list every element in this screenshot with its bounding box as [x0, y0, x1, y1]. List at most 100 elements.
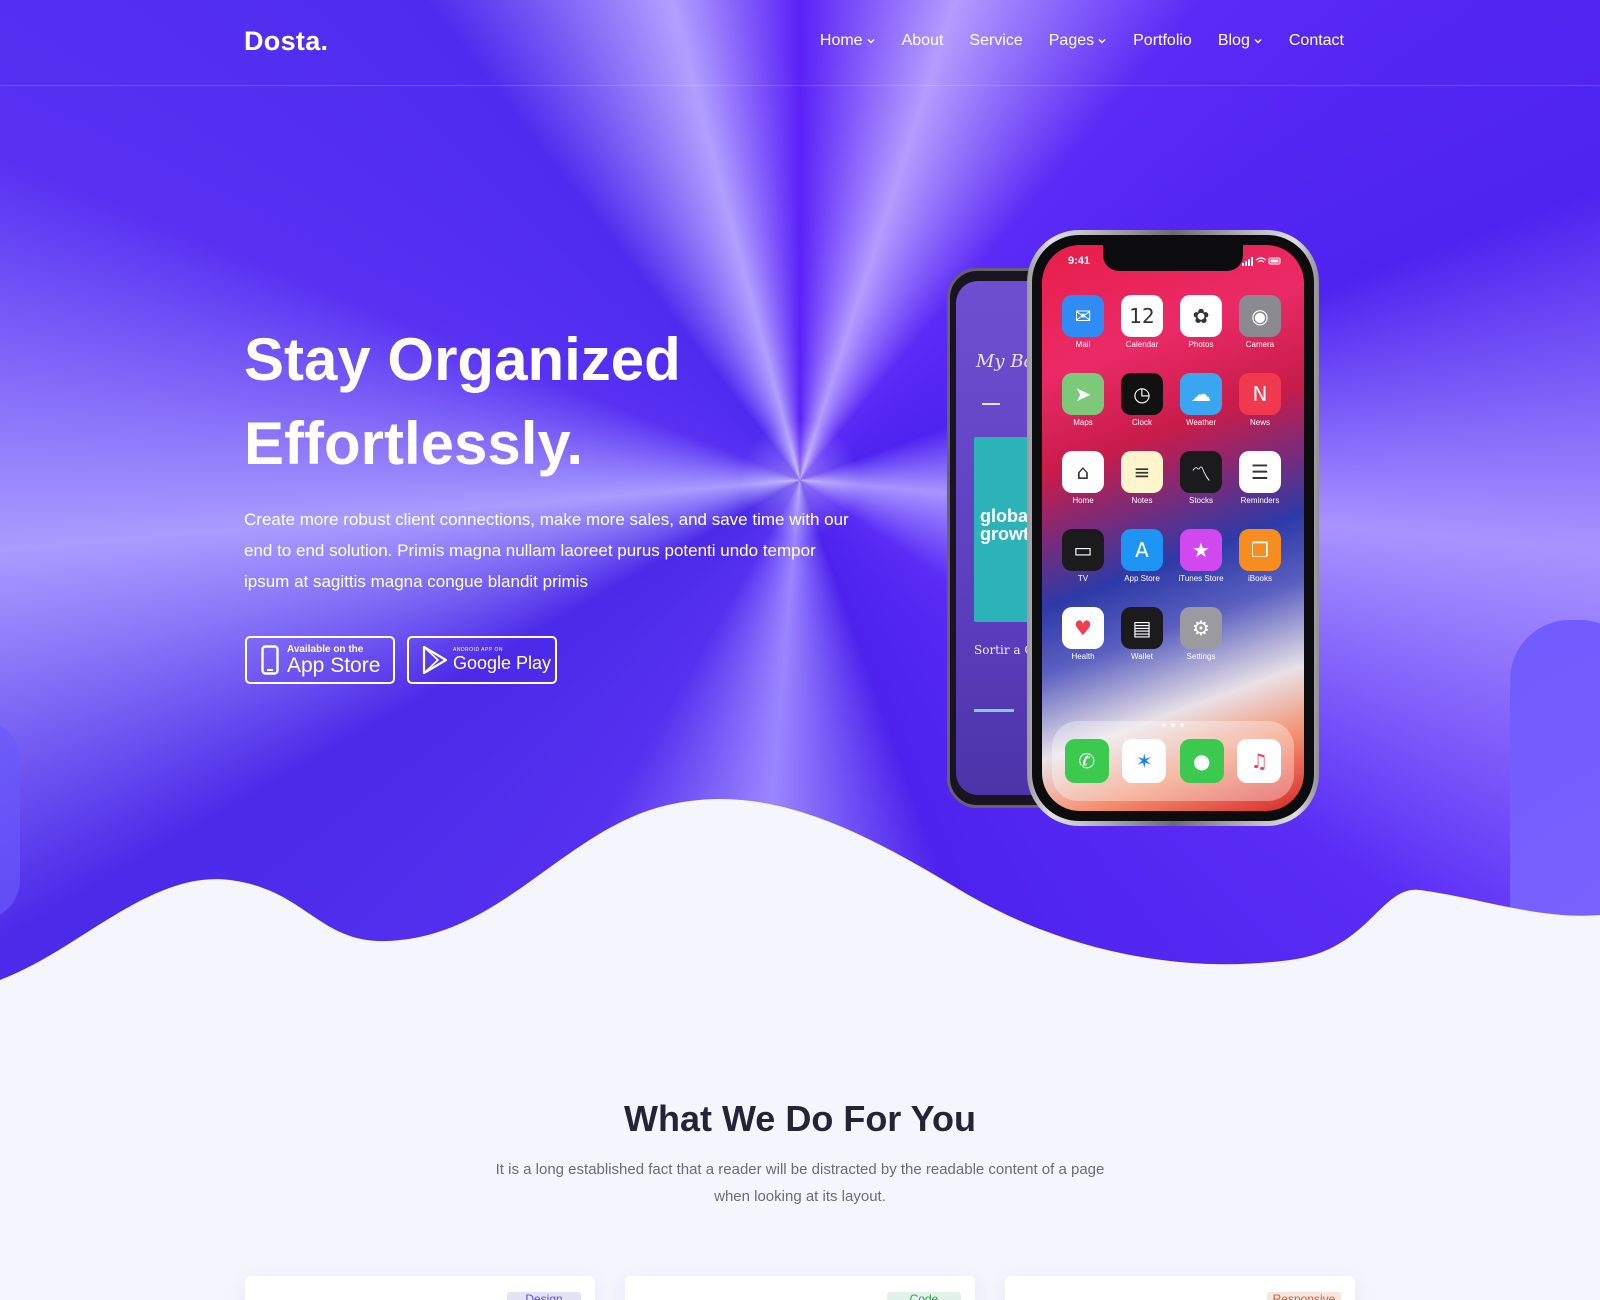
- nav-item-label: Portfolio: [1133, 32, 1192, 49]
- card-tag: Responsive: [1267, 1292, 1341, 1300]
- app-label: Photos: [1188, 340, 1214, 349]
- app-label: Notes: [1131, 496, 1153, 505]
- app-ibooks: ❒ iBooks: [1239, 529, 1281, 583]
- home-icon: ⌂: [1062, 451, 1104, 493]
- music-icon: ♫: [1237, 739, 1282, 783]
- wallet-icon: ▤: [1121, 607, 1163, 649]
- app-tv: ▭ TV: [1062, 529, 1104, 583]
- nav-item-label: Pages: [1048, 32, 1095, 49]
- status-signal-wifi-battery-icon: [1242, 257, 1281, 266]
- card-tag: Design: [507, 1292, 581, 1300]
- app-store-small-label: Available on the: [287, 643, 364, 655]
- hero-title-line-1: Stay Organized: [244, 326, 681, 393]
- navbar: Dosta. Home About Service Pages Portfoli…: [0, 0, 1600, 86]
- nav-item-label: Home: [819, 32, 863, 49]
- phone-dock: ✆ ✶ ● ♫: [1052, 721, 1294, 801]
- nav-item-blog[interactable]: Blog: [1218, 32, 1263, 50]
- nav-item-label: Blog: [1217, 32, 1250, 49]
- app-mail: ✉ Mail: [1062, 295, 1104, 349]
- app-label: Weather: [1185, 418, 1217, 427]
- phone-bezel: 9:41 ✉ Mail 12 Calendar ✿ Photos ◉ Camera ➤ Maps ◷…: [1032, 235, 1314, 821]
- calendar-icon: 12: [1121, 295, 1163, 337]
- app-home: ⌂ Home: [1062, 451, 1104, 505]
- stocks-icon: 〽: [1180, 451, 1222, 493]
- app-label: Home: [1072, 496, 1094, 505]
- safari-icon: ✶: [1122, 739, 1167, 783]
- mail-icon: ✉: [1062, 295, 1104, 337]
- app-stocks: 〽 Stocks: [1180, 451, 1222, 505]
- nav-item-about[interactable]: About: [902, 32, 944, 50]
- health-icon: ♥: [1062, 607, 1104, 649]
- app-weather: ☁ Weather: [1180, 373, 1222, 427]
- app-label: Clock: [1131, 418, 1152, 427]
- phone-screen: 9:41 ✉ Mail 12 Calendar ✿ Photos ◉ Camera ➤ Maps ◷…: [1042, 245, 1304, 811]
- app-store-big-label: App Store: [287, 653, 381, 677]
- app-label: Health: [1071, 652, 1095, 661]
- app-label: Maps: [1073, 418, 1093, 427]
- site-logo[interactable]: Dosta.: [244, 26, 328, 57]
- photos-icon: ✿: [1180, 295, 1222, 337]
- messages-icon: ●: [1179, 739, 1224, 783]
- hero-title: Stay Organized Effortlessly.: [244, 318, 884, 486]
- app-calendar: 12 Calendar: [1121, 295, 1163, 349]
- nav-item-home[interactable]: Home: [820, 32, 876, 50]
- reminders-icon: ☰: [1239, 451, 1281, 493]
- app-label: App Store: [1124, 574, 1160, 583]
- progress-bar: [974, 709, 1014, 712]
- chevron-down-icon: [1098, 39, 1106, 44]
- chevron-down-icon: [867, 39, 875, 44]
- itunes-store-icon: ★: [1180, 529, 1222, 571]
- nav-item-label: About: [901, 32, 944, 49]
- settings-icon: ⚙: [1180, 607, 1222, 649]
- app-label: Wallet: [1131, 652, 1153, 661]
- nav-menu: Home About Service Pages Portfolio Blog …: [820, 32, 1344, 50]
- nav-item-label: Service: [969, 32, 1023, 49]
- chevron-down-icon: [1254, 39, 1262, 44]
- app-label: News: [1249, 418, 1270, 427]
- camera-icon: ◉: [1239, 295, 1281, 337]
- google-play-icon: [422, 645, 448, 675]
- app-label: Calendar: [1125, 340, 1159, 349]
- hero-wave-divider: [0, 799, 1600, 1010]
- hero-title-line-2: Effortlessly.: [244, 410, 583, 477]
- app-reminders: ☰ Reminders: [1239, 451, 1281, 505]
- services-subtitle: It is a long established fact that a rea…: [495, 1161, 1105, 1205]
- phone-icon: ✆: [1064, 739, 1109, 783]
- app-label: iBooks: [1247, 574, 1272, 583]
- nav-item-service[interactable]: Service: [969, 32, 1022, 50]
- service-card-design[interactable]: Design: [245, 1276, 595, 1300]
- app-grid: ✉ Mail 12 Calendar ✿ Photos ◉ Camera ➤ Maps ◷ Clock…: [1062, 295, 1281, 661]
- card-tag: Code: [887, 1292, 961, 1300]
- app-itunes-store: ★ iTunes Store: [1178, 529, 1224, 583]
- service-card-code[interactable]: Code: [625, 1276, 975, 1300]
- nav-item-portfolio[interactable]: Portfolio: [1133, 32, 1192, 50]
- app-label: Reminders: [1240, 496, 1280, 505]
- app-photos: ✿ Photos: [1180, 295, 1222, 349]
- weather-icon: ☁: [1180, 373, 1222, 415]
- app-settings: ⚙ Settings: [1180, 607, 1222, 661]
- services-title: What We Do For You: [624, 1098, 976, 1139]
- app-store-icon: A: [1121, 529, 1163, 571]
- app-store-button[interactable]: Available on the App Store: [245, 636, 395, 684]
- google-play-button[interactable]: ANDROID APP ON Google Play: [407, 636, 557, 684]
- app-notes: ≡ Notes: [1121, 451, 1163, 505]
- app-label: iTunes Store: [1178, 574, 1224, 583]
- app-label: Settings: [1186, 652, 1216, 661]
- phone-notch: [1103, 245, 1243, 271]
- tv-icon: ▭: [1062, 529, 1104, 571]
- notes-icon: ≡: [1121, 451, 1163, 493]
- nav-item-pages[interactable]: Pages: [1049, 32, 1107, 50]
- nav-item-contact[interactable]: Contact: [1289, 32, 1344, 50]
- nav-item-label: Contact: [1288, 32, 1344, 49]
- app-label: Stocks: [1188, 496, 1213, 505]
- app-news: N News: [1239, 373, 1281, 427]
- service-card-responsive[interactable]: Responsive: [1005, 1276, 1355, 1300]
- app-label: Camera: [1245, 340, 1275, 349]
- maps-icon: ➤: [1062, 373, 1104, 415]
- smartphone-icon: [261, 645, 279, 675]
- app-app-store: A App Store: [1121, 529, 1163, 583]
- app-label: Mail: [1075, 340, 1091, 349]
- status-time: 9:41: [1068, 255, 1091, 267]
- phone-mockup-front: 9:41 ✉ Mail 12 Calendar ✿ Photos ◉ Camera ➤ Maps ◷…: [1027, 230, 1319, 826]
- app-clock: ◷ Clock: [1121, 373, 1163, 427]
